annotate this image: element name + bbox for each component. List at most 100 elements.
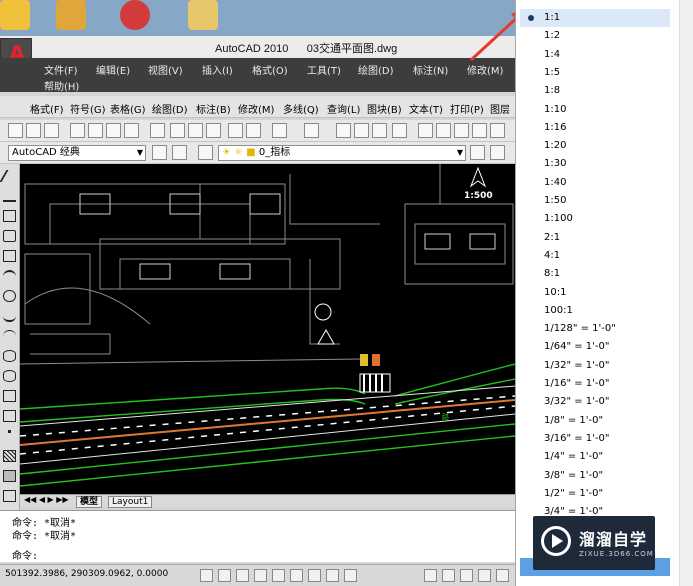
- menu-dimension[interactable]: 标注(N): [413, 62, 448, 77]
- cut-icon[interactable]: [170, 123, 185, 138]
- rectangle-icon[interactable]: [3, 250, 16, 262]
- tab-model[interactable]: 模型: [76, 496, 103, 508]
- scale-option[interactable]: 8:1: [520, 265, 670, 283]
- publish-3d-icon[interactable]: [124, 123, 139, 138]
- construction-line-icon[interactable]: [3, 190, 16, 202]
- make-current-icon[interactable]: [470, 145, 485, 160]
- classic-menu-text[interactable]: 文本(T): [409, 101, 443, 116]
- scale-option[interactable]: 2:1: [520, 229, 670, 247]
- pan-icon[interactable]: [336, 123, 351, 138]
- design-center-icon[interactable]: [436, 123, 451, 138]
- classic-menu-modify[interactable]: 修改(M): [238, 101, 274, 116]
- insert-block-icon[interactable]: [3, 390, 16, 402]
- table-icon[interactable]: [3, 490, 16, 502]
- classic-menu-symbol[interactable]: 符号(G): [70, 101, 106, 116]
- publish-icon[interactable]: [106, 123, 121, 138]
- classic-menu-plot[interactable]: 打印(P): [450, 101, 484, 116]
- scale-option[interactable]: 1:40: [520, 174, 670, 192]
- otrack-icon[interactable]: [290, 569, 303, 582]
- menu-edit[interactable]: 编辑(E): [96, 62, 130, 77]
- tab-layout1[interactable]: Layout1: [108, 496, 153, 508]
- workspace-select[interactable]: AutoCAD 经典 ▼: [8, 145, 146, 161]
- annotation-scale-list[interactable]: 1:1 1:2 1:4 1:5 1:8 1:10 1:16 1:20 1:30 1:40 1:50 1…: [515, 0, 693, 586]
- classic-menu-mline[interactable]: 多线(Q): [283, 101, 319, 116]
- tool-palettes-icon[interactable]: [454, 123, 469, 138]
- ducs-icon[interactable]: [308, 569, 321, 582]
- scale-option[interactable]: 3/8" = 1'-0": [520, 467, 670, 485]
- markup-icon[interactable]: [490, 123, 505, 138]
- layer-select[interactable]: ☀ ☼ ■ 0_指标 ▼: [218, 145, 466, 161]
- ellipse-icon[interactable]: [3, 350, 16, 362]
- scale-option[interactable]: 3/32" = 1'-0": [520, 393, 670, 411]
- print-icon[interactable]: [70, 123, 85, 138]
- match-icon[interactable]: [150, 123, 165, 138]
- circle-icon[interactable]: [3, 290, 16, 302]
- desktop-zip-icon[interactable]: [56, 0, 86, 30]
- scale-option[interactable]: 10:1: [520, 284, 670, 302]
- make-block-icon[interactable]: [3, 410, 16, 422]
- scale-option[interactable]: 1:10: [520, 101, 670, 119]
- block-editor-icon[interactable]: [246, 123, 261, 138]
- layer-state-icon[interactable]: [198, 145, 213, 160]
- scale-option[interactable]: 1/128" = 1'-0": [520, 320, 670, 338]
- command-prompt[interactable]: 命令:: [12, 547, 38, 562]
- scale-option[interactable]: 1/32" = 1'-0": [520, 357, 670, 375]
- zoom-status-icon[interactable]: [442, 569, 455, 582]
- annotation-scale-icon[interactable]: [460, 569, 473, 582]
- scale-option[interactable]: 3/16" = 1'-0": [520, 430, 670, 448]
- grid-icon[interactable]: [218, 569, 231, 582]
- polar-icon[interactable]: [254, 569, 267, 582]
- scale-option[interactable]: 100:1: [520, 302, 670, 320]
- menu-help[interactable]: 帮助(H): [44, 78, 79, 93]
- hatch-icon[interactable]: [3, 450, 16, 462]
- menu-draw[interactable]: 绘图(D): [358, 62, 394, 77]
- point-icon[interactable]: [8, 430, 11, 433]
- match-properties-icon[interactable]: [228, 123, 243, 138]
- scale-option[interactable]: 1:100: [520, 210, 670, 228]
- zoom-realtime-icon[interactable]: [354, 123, 369, 138]
- classic-menu-query[interactable]: 查询(L): [327, 101, 360, 116]
- scale-option[interactable]: 1:8: [520, 82, 670, 100]
- classic-menu-draw[interactable]: 绘图(D): [152, 101, 188, 116]
- scale-option[interactable]: 1:2: [520, 27, 670, 45]
- snap-icon[interactable]: [200, 569, 213, 582]
- redo-icon[interactable]: [304, 123, 319, 138]
- scale-option[interactable]: 1/64" = 1'-0": [520, 338, 670, 356]
- osnap-icon[interactable]: [272, 569, 285, 582]
- desktop-app-icon[interactable]: [0, 0, 30, 30]
- properties-icon[interactable]: [418, 123, 433, 138]
- menu-tools[interactable]: 工具(T): [307, 62, 341, 77]
- preview-icon[interactable]: [88, 123, 103, 138]
- desktop-folder-icon[interactable]: [188, 0, 218, 30]
- workspace-settings-icon[interactable]: [152, 145, 167, 160]
- list-scrollbar[interactable]: [679, 0, 693, 586]
- paste-icon[interactable]: [206, 123, 221, 138]
- classic-menu-table[interactable]: 表格(G): [110, 101, 146, 116]
- ortho-icon[interactable]: [236, 569, 249, 582]
- classic-menu-dimension[interactable]: 标注(B): [196, 101, 231, 116]
- line-icon[interactable]: [0, 170, 20, 182]
- scale-option[interactable]: 1:30: [520, 155, 670, 173]
- save-icon[interactable]: [44, 123, 59, 138]
- scale-option[interactable]: 1/4" = 1'-0": [520, 448, 670, 466]
- layer-manager-icon[interactable]: [172, 145, 187, 160]
- scale-option[interactable]: 1:50: [520, 192, 670, 210]
- classic-menu-block[interactable]: 图块(B): [367, 101, 402, 116]
- scale-option[interactable]: 1:1: [520, 9, 670, 27]
- menu-file[interactable]: 文件(F): [44, 62, 78, 77]
- desktop-xiu-icon[interactable]: [120, 0, 150, 30]
- menu-insert[interactable]: 插入(I): [202, 62, 233, 77]
- scale-option[interactable]: 4:1: [520, 247, 670, 265]
- spline-icon[interactable]: [3, 330, 16, 342]
- zoom-previous-icon[interactable]: [392, 123, 407, 138]
- scale-option[interactable]: 1:5: [520, 64, 670, 82]
- gradient-icon[interactable]: [3, 470, 16, 482]
- undo-icon[interactable]: [272, 123, 287, 138]
- menu-format[interactable]: 格式(O): [252, 62, 288, 77]
- scale-option[interactable]: 1/16" = 1'-0": [520, 375, 670, 393]
- arc-icon[interactable]: [3, 270, 16, 282]
- pan-status-icon[interactable]: [424, 569, 437, 582]
- classic-menu-format[interactable]: 格式(F): [30, 101, 64, 116]
- classic-menu-layer[interactable]: 图层: [490, 101, 510, 116]
- layer-previous-icon[interactable]: [490, 145, 505, 160]
